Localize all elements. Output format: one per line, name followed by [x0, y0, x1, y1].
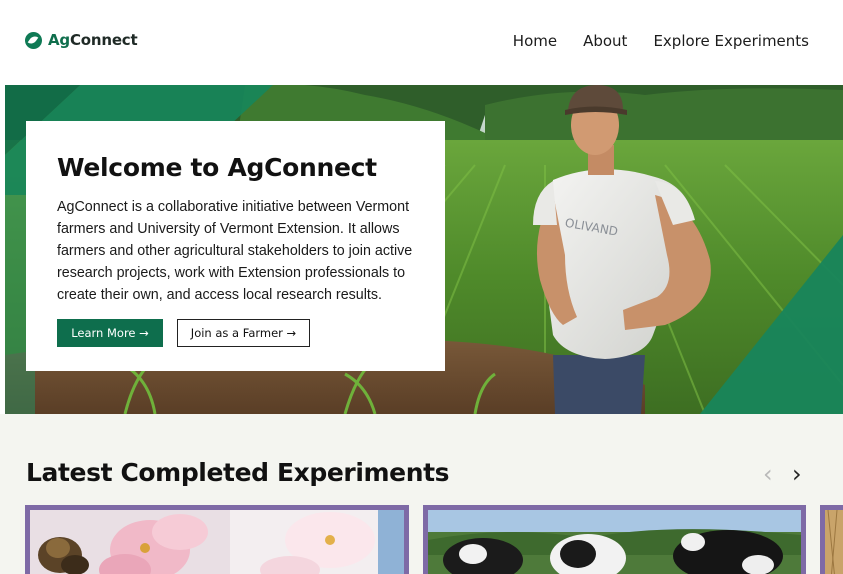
nav-about[interactable]: About — [583, 32, 627, 50]
logo-link[interactable]: AgConnect — [25, 31, 138, 49]
experiment-card[interactable] — [820, 505, 843, 574]
leaf-icon — [25, 31, 42, 49]
join-as-farmer-button[interactable]: Join as a Farmer → — [177, 319, 310, 347]
logo-text: AgConnect — [48, 31, 138, 49]
experiment-card[interactable] — [25, 505, 409, 574]
nav-explore-experiments[interactable]: Explore Experiments — [653, 32, 809, 50]
bee-on-blossom-photo — [30, 510, 404, 574]
logo-prefix: Ag — [48, 31, 70, 49]
section-title: Latest Completed Experiments — [26, 458, 450, 487]
hero-description: AgConnect is a collaborative initiative … — [57, 199, 413, 303]
learn-more-button[interactable]: Learn More → — [57, 319, 163, 347]
site-header: AgConnect Home About Explore Experiments — [0, 0, 843, 85]
hay-photo — [825, 510, 843, 574]
logo-suffix: Connect — [69, 31, 138, 49]
hero-card: Welcome to AgConnect AgConnect is a coll… — [26, 121, 445, 371]
hero-title: Welcome to AgConnect — [57, 153, 377, 182]
chevron-left-icon[interactable]: ‹ — [763, 462, 773, 486]
experiment-card[interactable] — [423, 505, 806, 574]
main-nav: Home About Explore Experiments — [487, 32, 809, 50]
nav-home[interactable]: Home — [513, 32, 557, 50]
dairy-cows-photo — [428, 510, 801, 574]
page: AgConnect Home About Explore Experiments — [0, 0, 843, 574]
hero-buttons: Learn More → Join as a Farmer → — [57, 319, 414, 347]
chevron-right-icon[interactable]: › — [792, 462, 802, 486]
latest-experiments-section: Latest Completed Experiments ‹ › — [0, 414, 843, 574]
